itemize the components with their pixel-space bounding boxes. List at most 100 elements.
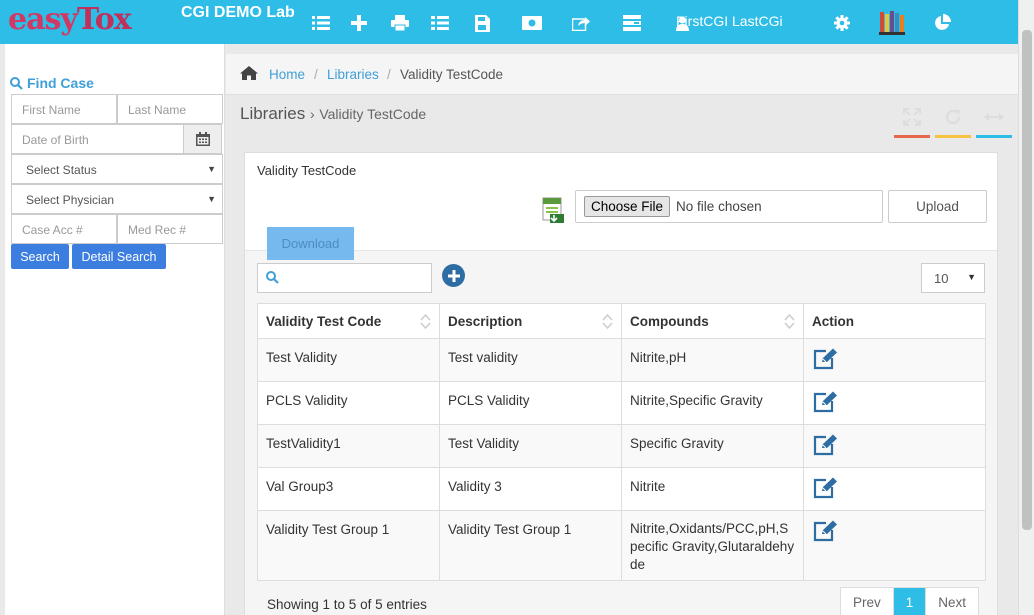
med-rec-input[interactable]: Med Rec #: [117, 214, 223, 244]
cell-code: PCLS Validity: [257, 381, 440, 425]
sort-icon: [784, 313, 795, 332]
save-icon[interactable]: [471, 12, 493, 34]
cell-compounds: Nitrite,pH: [621, 338, 804, 382]
cell-action: [803, 338, 986, 382]
top-navbar: easyTox CGI DEMO Lab FirstCGI LastCGi: [0, 0, 1018, 44]
cell-compounds: Specific Gravity: [621, 424, 804, 468]
table-row: Val Group3 Validity 3 Nitrite: [257, 467, 986, 511]
color-bar-yellow: [935, 135, 971, 138]
file-status: No file chosen: [676, 199, 762, 214]
edit-icon[interactable]: [812, 477, 838, 502]
sort-icon: [420, 313, 431, 332]
next-page-button[interactable]: Next: [926, 588, 978, 615]
table-row: Validity Test Group 1 Validity Test Grou…: [257, 510, 986, 581]
physician-select[interactable]: Select Physician ▼: [11, 184, 223, 214]
file-input[interactable]: Choose File No file chosen: [575, 190, 883, 223]
table-row: TestValidity1 Test Validity Specific Gra…: [257, 424, 986, 468]
user-name[interactable]: FirstCGI LastCGi: [676, 13, 783, 29]
pie-chart-icon[interactable]: [931, 12, 953, 34]
sort-icon: [602, 313, 613, 332]
cell-action: [803, 467, 986, 511]
breadcrumb-separator: /: [314, 67, 318, 82]
validity-testcode-panel: Validity TestCode Choose File No file ch…: [244, 152, 998, 615]
cell-code: Val Group3: [257, 467, 440, 511]
cell-description: PCLS Validity: [439, 381, 622, 425]
calendar-icon: [195, 132, 210, 146]
prev-page-button[interactable]: Prev: [841, 588, 894, 615]
col-header-code[interactable]: Validity Test Code: [257, 303, 440, 339]
edit-icon[interactable]: [812, 520, 838, 545]
print-icon[interactable]: [389, 12, 411, 34]
last-name-input[interactable]: Last Name: [117, 94, 223, 124]
lab-name: CGI DEMO Lab: [181, 4, 295, 21]
download-button[interactable]: Download: [267, 227, 354, 260]
resize-horizontal-icon[interactable]: [976, 106, 1012, 138]
search-icon: [266, 271, 279, 287]
panel-title: Validity TestCode: [257, 163, 357, 178]
page-title: Libraries › Validity TestCode: [240, 104, 427, 123]
cell-description: Test validity: [439, 338, 622, 382]
color-bar-red: [894, 135, 930, 138]
col-header-action: Action: [803, 303, 986, 339]
breadcrumb-libraries[interactable]: Libraries: [327, 67, 379, 82]
add-record-button[interactable]: [442, 264, 465, 287]
dob-input[interactable]: Date of Birth: [11, 124, 184, 154]
money-icon[interactable]: [521, 12, 543, 34]
calendar-button[interactable]: [183, 124, 222, 154]
upload-button[interactable]: Upload: [888, 190, 987, 223]
table-row: PCLS Validity PCLS Validity Nitrite,Spec…: [257, 381, 986, 425]
status-select-value: Select Status: [26, 163, 97, 177]
vertical-scrollbar[interactable]: [1018, 0, 1034, 615]
search-button[interactable]: Search: [11, 244, 69, 269]
home-icon[interactable]: [240, 66, 258, 83]
cell-action: [803, 381, 986, 425]
caret-down-icon: ▼: [207, 194, 216, 204]
scrollbar-thumb[interactable]: [1022, 30, 1032, 530]
table-info: Showing 1 to 5 of 5 entries: [267, 597, 427, 612]
table-container: 10 ▼ Validity Test Code Description Compo…: [245, 250, 997, 615]
page-subtitle: Validity TestCode: [319, 106, 427, 122]
excel-template-icon[interactable]: [541, 196, 567, 224]
share-icon[interactable]: [570, 12, 592, 34]
gear-icon[interactable]: [831, 12, 853, 34]
status-select[interactable]: Select Status ▼: [11, 154, 223, 184]
caret-down-icon: ▼: [207, 164, 216, 174]
cell-action: [803, 424, 986, 468]
color-bar-blue: [976, 135, 1012, 138]
fullscreen-icon[interactable]: [894, 106, 930, 138]
cell-code: Validity Test Group 1: [257, 510, 440, 581]
list-icon[interactable]: [310, 12, 332, 34]
list-alt-icon[interactable]: [429, 12, 451, 34]
edit-icon[interactable]: [812, 391, 838, 416]
page-size-select[interactable]: 10 ▼: [921, 263, 985, 293]
cell-code: Test Validity: [257, 338, 440, 382]
plus-circle-icon: [447, 269, 460, 282]
refresh-icon[interactable]: [935, 106, 971, 138]
cell-code: TestValidity1: [257, 424, 440, 468]
cell-compounds: Nitrite,Specific Gravity: [621, 381, 804, 425]
detail-search-button[interactable]: Detail Search: [72, 244, 166, 269]
physician-select-value: Select Physician: [26, 193, 115, 207]
logo-text: easyTox: [8, 2, 132, 37]
tasks-icon[interactable]: [621, 12, 643, 34]
table-search-input[interactable]: [257, 263, 432, 293]
books-icon[interactable]: [879, 10, 905, 36]
breadcrumb-current: Validity TestCode: [400, 67, 504, 82]
cell-description: Validity Test Group 1: [439, 510, 622, 581]
edit-icon[interactable]: [812, 348, 838, 373]
page-button-1[interactable]: 1: [893, 588, 927, 615]
col-header-description[interactable]: Description: [439, 303, 622, 339]
page-size-value: 10: [934, 271, 949, 286]
pagination: Prev 1 Next: [840, 587, 980, 615]
breadcrumb-home[interactable]: Home: [269, 67, 305, 82]
first-name-input[interactable]: First Name: [11, 94, 117, 124]
col-header-compounds[interactable]: Compounds: [621, 303, 804, 339]
breadcrumb: Home / Libraries / Validity TestCode: [226, 54, 1018, 95]
app-logo[interactable]: easyTox: [8, 2, 163, 42]
choose-file-button[interactable]: Choose File: [584, 196, 671, 217]
cell-compounds: Nitrite: [621, 467, 804, 511]
edit-icon[interactable]: [812, 434, 838, 459]
plus-icon[interactable]: [348, 12, 370, 34]
validity-table: Validity Test Code Description Compounds…: [257, 303, 986, 581]
case-acc-input[interactable]: Case Acc #: [11, 214, 117, 244]
